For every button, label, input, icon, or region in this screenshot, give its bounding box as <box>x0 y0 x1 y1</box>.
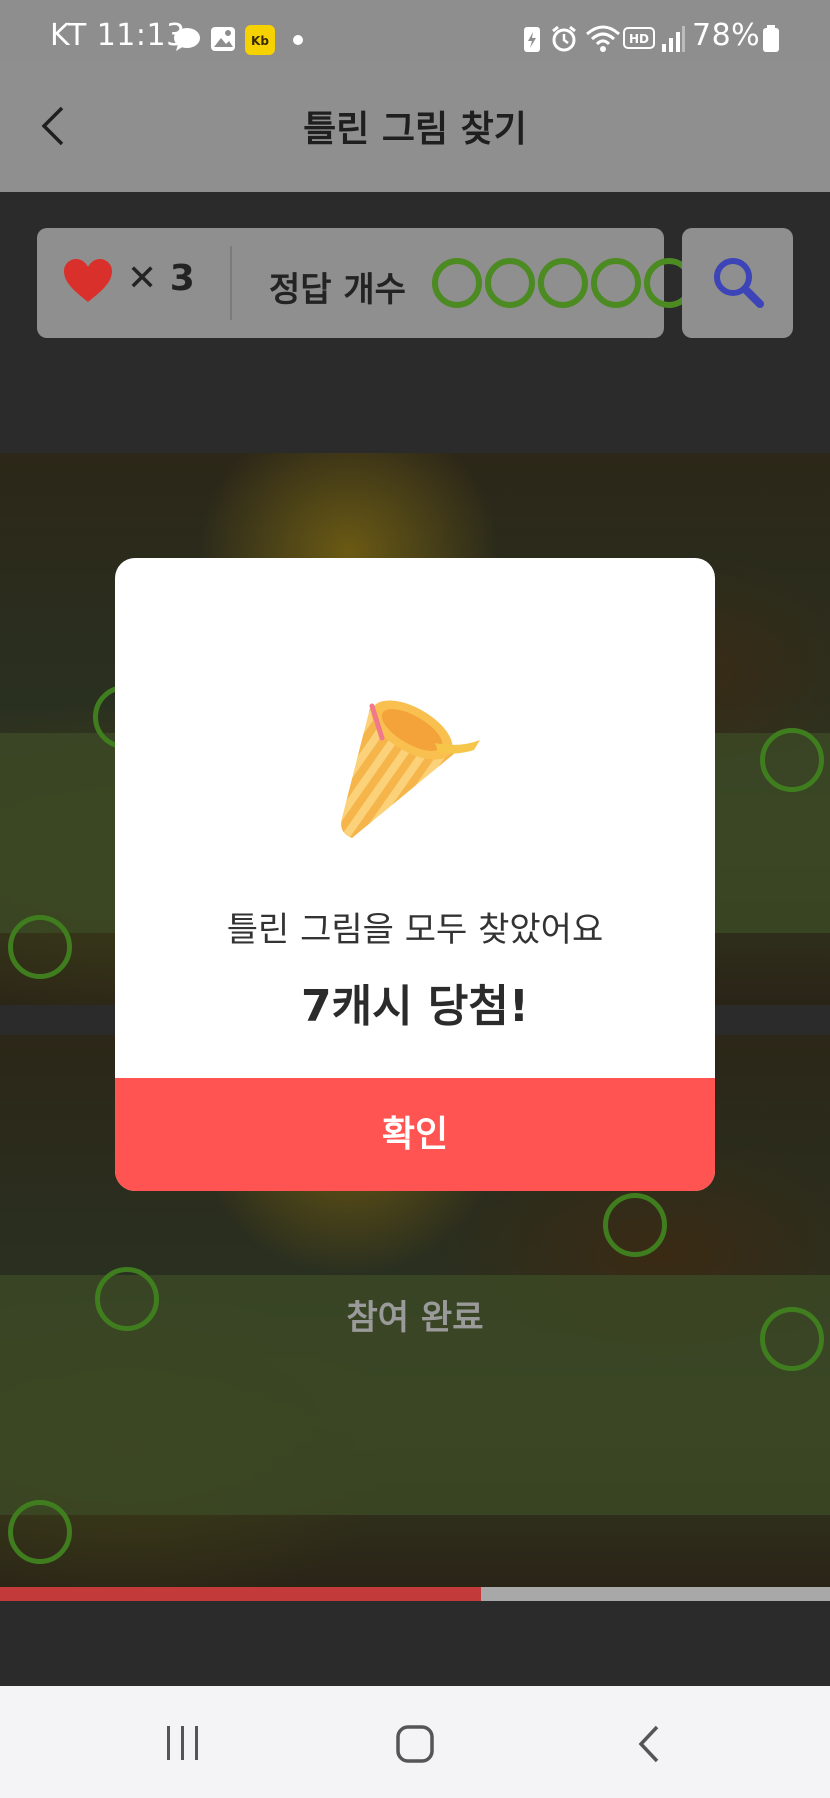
progress-fill <box>0 1587 482 1601</box>
app-badge-icon: Kb <box>245 25 275 55</box>
alarm-icon <box>552 25 576 52</box>
battery-icon <box>763 25 779 52</box>
prize-text: 7캐시 당첨! <box>301 981 529 1032</box>
navigation-bar <box>0 1686 830 1798</box>
answer-count-label: 정답 개수 <box>269 270 406 310</box>
wifi-icon <box>586 25 620 52</box>
progress-bar <box>0 1587 830 1601</box>
dot-icon <box>293 35 303 45</box>
carrier-time: KT 11:13 <box>50 18 186 53</box>
found-marker <box>760 728 824 792</box>
signal-icon <box>662 26 685 52</box>
home-icon[interactable] <box>395 1724 435 1764</box>
answer-circle <box>591 258 641 308</box>
hd-icon: HD <box>623 27 655 49</box>
svg-text:Kb: Kb <box>251 34 269 48</box>
confirm-button[interactable]: 확인 <box>115 1078 715 1191</box>
recent-apps-icon[interactable] <box>163 1724 203 1762</box>
answer-circle <box>538 258 588 308</box>
gallery-icon <box>211 27 235 51</box>
back-icon[interactable] <box>635 1724 665 1764</box>
divider <box>230 246 232 320</box>
found-marker <box>603 1193 667 1257</box>
answer-circles <box>432 258 694 308</box>
talk-icon <box>174 28 200 51</box>
battery-percent: 78% <box>692 18 761 53</box>
hint-button[interactable] <box>682 228 793 338</box>
found-marker <box>8 915 72 979</box>
battery-saver-icon <box>524 27 540 52</box>
found-marker <box>8 1500 72 1564</box>
svg-text:HD: HD <box>629 32 649 46</box>
answer-circle <box>485 258 535 308</box>
status-card: ✕ 3 정답 개수 <box>37 228 694 338</box>
magnifier-icon <box>714 258 764 308</box>
lives-count: ✕ 3 <box>127 258 195 299</box>
heart-icon <box>64 259 112 302</box>
status-bar: KT 11:13 Kb HD 78% <box>0 0 830 62</box>
app-header: 틀린 그림 찾기 <box>0 62 830 192</box>
result-dialog: 틀린 그림을 모두 찾았어요 7캐시 당첨! 확인 <box>115 558 715 1191</box>
page-title: 틀린 그림 찾기 <box>303 109 527 150</box>
party-popper-icon <box>341 700 480 838</box>
participation-done-label: 참여 완료 <box>346 1298 484 1338</box>
answer-circle <box>432 258 482 308</box>
dialog-message: 틀린 그림을 모두 찾았어요 <box>226 910 604 950</box>
